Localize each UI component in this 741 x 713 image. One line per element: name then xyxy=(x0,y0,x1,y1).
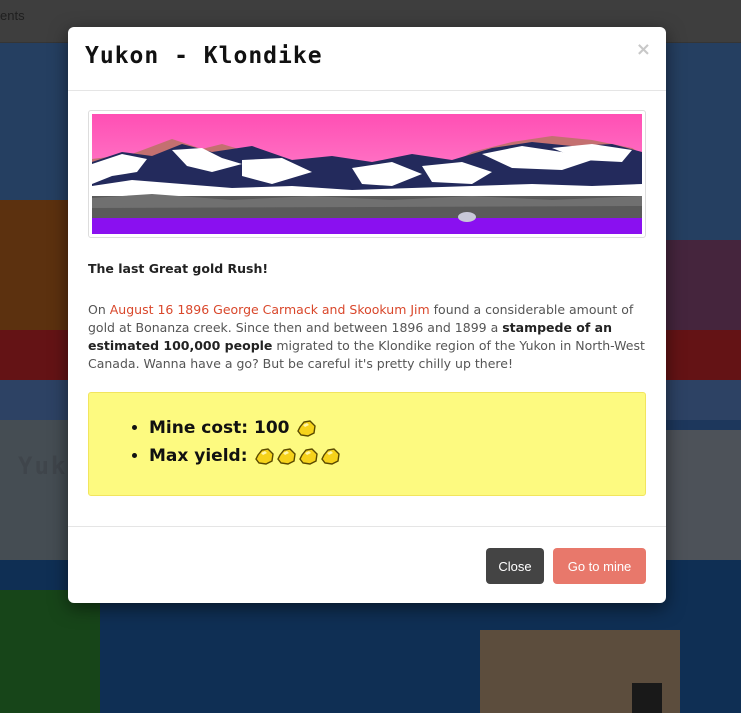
modal-footer-divider xyxy=(68,526,666,528)
modal-body: The last Great gold Rush! On August 16 1… xyxy=(88,110,646,496)
gold-nugget-icon xyxy=(277,448,297,465)
max-yield-label: Max yield: xyxy=(149,446,248,466)
history-link[interactable]: August 16 1896 George Carmack and Skooku… xyxy=(110,302,430,317)
mine-cost-nuggets xyxy=(295,418,317,438)
paragraph-text: On xyxy=(88,302,110,317)
modal-title: Yukon - Klondike xyxy=(85,43,323,69)
mine-cost-item: Mine cost: 100 xyxy=(149,414,341,442)
description-paragraph: On August 16 1896 George Carmack and Sko… xyxy=(88,301,648,373)
gold-nugget-icon xyxy=(255,448,275,465)
mountain-banner-image xyxy=(88,110,646,238)
modal-header: Yukon - Klondike × xyxy=(68,27,666,91)
mine-dialog: Yukon - Klondike × The last Great gold R… xyxy=(68,27,666,603)
gold-nugget-icon xyxy=(299,448,319,465)
max-yield-item: Max yield: xyxy=(149,442,341,470)
mine-cost-label: Mine cost: 100 xyxy=(149,418,290,438)
close-button[interactable]: Close xyxy=(486,548,544,584)
close-icon[interactable]: × xyxy=(636,39,651,60)
mine-stats-box: Mine cost: 100 Max yield: xyxy=(88,392,646,496)
go-to-mine-button[interactable]: Go to mine xyxy=(553,548,646,584)
max-yield-nuggets xyxy=(253,446,341,466)
section-heading: The last Great gold Rush! xyxy=(88,261,269,276)
mine-stats-list: Mine cost: 100 Max yield: xyxy=(89,414,341,470)
gold-nugget-icon xyxy=(321,448,341,465)
gold-nugget-icon xyxy=(297,420,317,437)
